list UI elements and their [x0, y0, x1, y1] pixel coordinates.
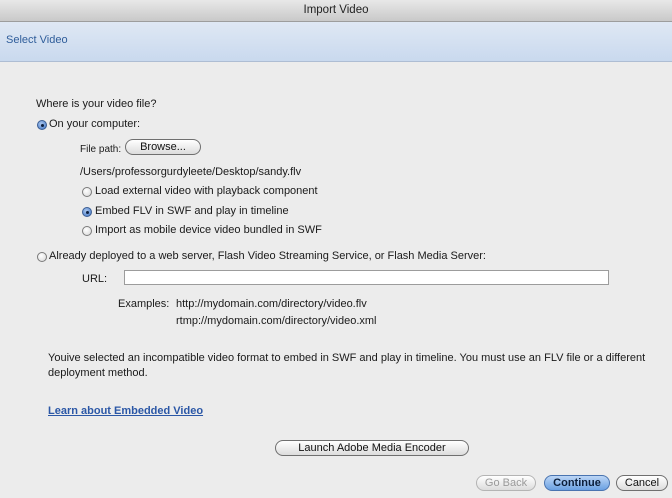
warning-message-line2: deployment method. — [48, 367, 148, 379]
example-rtmp-url: rtmp://mydomain.com/directory/video.xml — [176, 315, 377, 327]
import-mobile-radio[interactable] — [82, 226, 92, 236]
learn-embedded-video-link[interactable]: Learn about Embedded Video — [48, 405, 203, 417]
embed-flv-label[interactable]: Embed FLV in SWF and play in timeline — [95, 205, 289, 217]
question-label: Where is your video file? — [36, 98, 157, 110]
example-flv-url: http://mydomain.com/directory/video.flv — [176, 298, 367, 310]
load-external-radio[interactable] — [82, 187, 92, 197]
window-title: Import Video — [303, 4, 369, 16]
url-label: URL: — [82, 273, 108, 285]
file-path-label: File path: — [80, 144, 122, 155]
already-deployed-label[interactable]: Already deployed to a web server, Flash … — [49, 250, 486, 262]
import-mobile-label[interactable]: Import as mobile device video bundled in… — [95, 224, 322, 236]
on-computer-label[interactable]: On your computer: — [49, 118, 140, 130]
already-deployed-radio[interactable] — [37, 252, 47, 262]
window-titlebar[interactable]: Import Video — [0, 0, 672, 22]
step-header: Select Video — [0, 22, 672, 62]
continue-button[interactable]: Continue — [544, 475, 610, 491]
step-title: Select Video — [6, 34, 68, 46]
examples-label: Examples: — [118, 298, 170, 310]
browse-button[interactable]: Browse... — [125, 139, 201, 155]
url-input[interactable] — [124, 270, 609, 285]
embed-flv-radio[interactable] — [82, 207, 92, 217]
launch-media-encoder-button[interactable]: Launch Adobe Media Encoder — [275, 440, 469, 456]
file-path-value: /Users/professorgurdyleete/Desktop/sandy… — [80, 166, 302, 178]
cancel-button[interactable]: Cancel — [616, 475, 668, 491]
import-video-dialog: Import Video Select Video Where is your … — [0, 0, 672, 498]
on-computer-radio[interactable] — [37, 120, 47, 130]
load-external-label[interactable]: Load external video with playback compon… — [95, 185, 318, 197]
go-back-button: Go Back — [476, 475, 536, 491]
warning-message-line1: Youive selected an incompatible video fo… — [48, 352, 646, 364]
